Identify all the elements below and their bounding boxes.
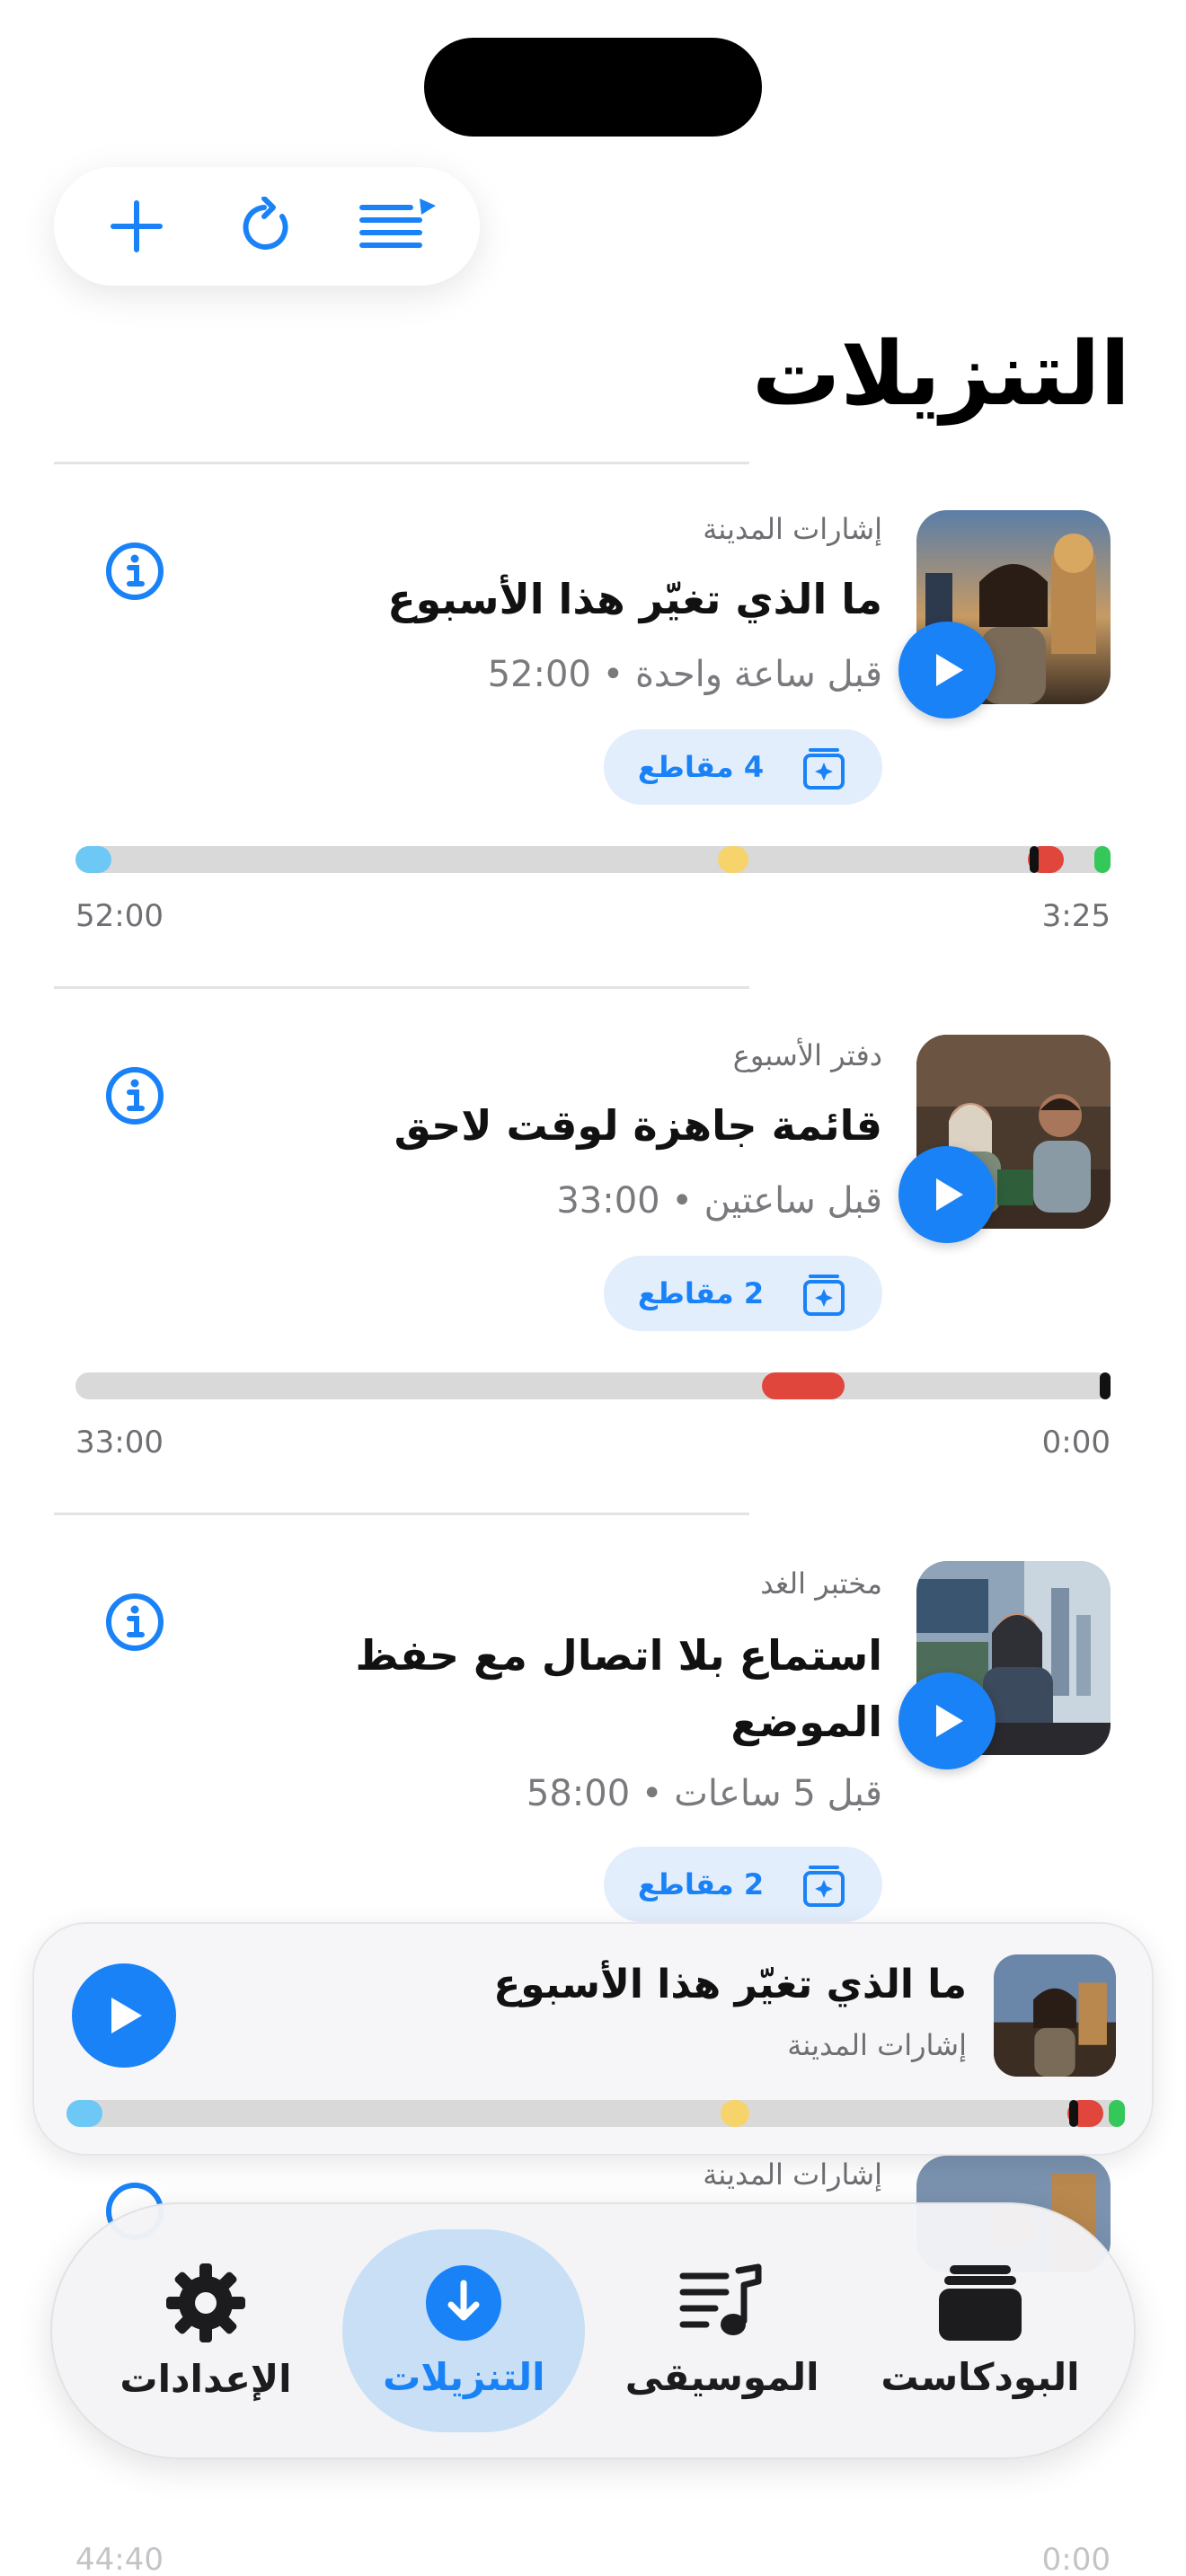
episode-meta: قبل ساعتين • 33:00 <box>556 1180 882 1222</box>
refresh-icon <box>243 197 288 250</box>
tab-label: الموسيقى <box>624 2354 819 2399</box>
time-start: 33:00 <box>75 1425 164 1460</box>
queue-button[interactable] <box>352 181 442 271</box>
marker-black <box>1030 846 1039 873</box>
episode-progress-track[interactable] <box>75 846 1111 873</box>
mini-artwork <box>994 1954 1116 2077</box>
time-start: 52:00 <box>75 898 164 934</box>
time-end: 0:00 <box>1041 1425 1111 1460</box>
podcast-stack-icon <box>938 2264 1022 2341</box>
info-icon <box>106 1593 164 1651</box>
gear-icon <box>166 2263 245 2342</box>
play-button[interactable] <box>898 622 996 719</box>
add-button[interactable] <box>92 181 181 271</box>
time-end: 0:00 <box>1041 2542 1111 2576</box>
music-list-icon <box>679 2263 762 2335</box>
info-icon <box>106 543 164 600</box>
time-end: 3:25 <box>1041 898 1111 934</box>
episode-title: استماع بلا اتصال مع حفظ الموضع <box>355 1631 882 1746</box>
info-button[interactable] <box>104 1065 165 1126</box>
queue-list-icon <box>358 198 436 248</box>
page-title: التنزيلات <box>751 323 1130 426</box>
episode-progress-track[interactable] <box>75 1372 1111 1399</box>
marker-yellow <box>718 846 748 873</box>
episode-meta: قبل 5 ساعات • 58:00 <box>526 1773 882 1814</box>
tab-podcasts[interactable]: البودكاست <box>859 2229 1102 2432</box>
marker-green <box>1094 846 1111 873</box>
divider <box>54 462 749 464</box>
mini-player-title: ما الذي تغيّر هذا الأسبوع <box>493 1962 967 2007</box>
play-icon <box>936 654 963 686</box>
episode-title: ما الذي تغيّر هذا الأسبوع <box>387 575 882 623</box>
marker-blue <box>75 846 111 873</box>
marker-black <box>1100 1372 1111 1399</box>
marker-green <box>1109 2100 1125 2127</box>
episode-podcast-name: إشارات المدينة <box>703 512 882 546</box>
episode-podcast-name: دفتر الأسبوع <box>732 1038 882 1072</box>
download-icon <box>426 2264 502 2341</box>
play-icon <box>936 1705 963 1737</box>
marker-yellow <box>721 2100 749 2127</box>
divider <box>54 986 749 989</box>
tab-music[interactable]: الموسيقى <box>601 2229 844 2432</box>
mini-player[interactable]: ما الذي تغيّر هذا الأسبوع إشارات المدينة <box>32 1922 1154 2156</box>
info-icon <box>106 1067 164 1125</box>
divider <box>54 1513 749 1515</box>
marker-blue <box>66 2100 102 2127</box>
play-button[interactable] <box>898 1672 996 1769</box>
info-button[interactable] <box>104 541 165 602</box>
clips-chip[interactable]: 4 مقاطع <box>604 729 882 805</box>
clips-chip-label: 4 مقاطع <box>637 750 765 784</box>
episode-title: قائمة جاهزة لوقت لاحق <box>394 1101 882 1150</box>
clips-chip[interactable]: 2 مقاطع <box>604 1847 882 1922</box>
marker-red <box>762 1372 845 1399</box>
clips-sparkle-icon <box>803 1866 845 1907</box>
episode-meta: قبل ساعة واحدة • 52:00 <box>487 654 882 695</box>
play-icon <box>936 1178 963 1211</box>
tab-bar: البودكاست الموسيقى التنزيلات الإعدادات <box>50 2202 1136 2459</box>
clips-chip-label: 2 مقاطع <box>637 1867 765 1901</box>
top-toolbar <box>54 167 480 286</box>
mini-progress-track[interactable] <box>66 2100 1125 2127</box>
refresh-button[interactable] <box>222 181 312 271</box>
tab-label: التنزيلات <box>383 2354 545 2399</box>
episode-podcast-name: مختبر الغد <box>760 1566 882 1601</box>
tab-settings[interactable]: الإعدادات <box>84 2229 327 2432</box>
mini-play-button[interactable] <box>72 1963 176 2068</box>
info-button[interactable] <box>104 1592 165 1653</box>
time-start: 44:40 <box>75 2542 164 2576</box>
tab-label: الإعدادات <box>119 2356 292 2401</box>
clips-sparkle-icon <box>803 748 845 790</box>
episode-podcast-name: إشارات المدينة <box>703 2157 882 2192</box>
mini-player-podcast: إشارات المدينة <box>787 2028 967 2062</box>
tab-label: البودكاست <box>881 2354 1080 2399</box>
clips-sparkle-icon <box>803 1275 845 1316</box>
clips-chip-label: 2 مقاطع <box>637 1276 765 1310</box>
marker-black <box>1069 2100 1078 2127</box>
play-icon <box>111 1998 142 2033</box>
play-button[interactable] <box>898 1146 996 1243</box>
tab-downloads[interactable]: التنزيلات <box>342 2229 586 2432</box>
plus-icon <box>111 200 164 252</box>
dynamic-island <box>424 38 762 137</box>
clips-chip[interactable]: 2 مقاطع <box>604 1256 882 1331</box>
